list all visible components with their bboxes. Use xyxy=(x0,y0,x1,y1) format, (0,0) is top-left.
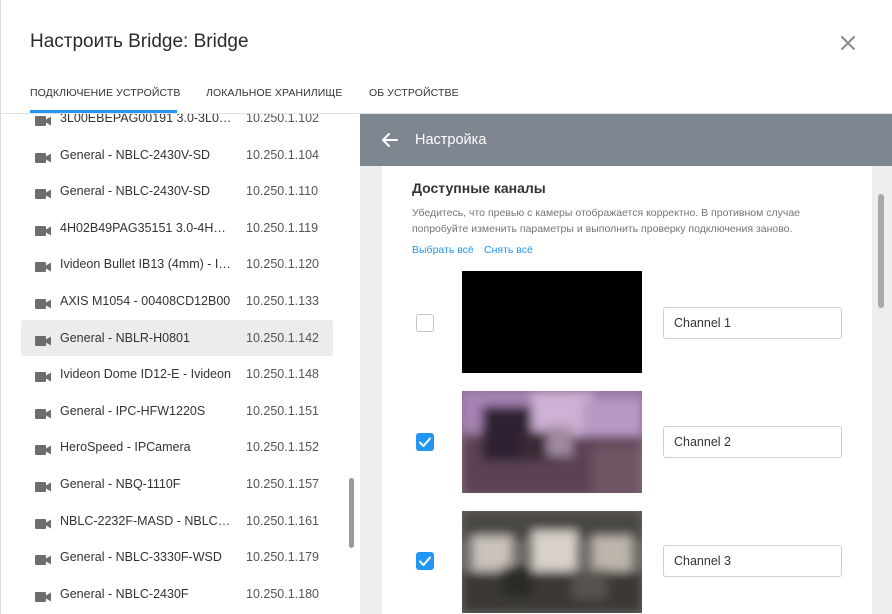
available-channels-title: Доступные каналы xyxy=(412,180,546,196)
panel-title: Настройка xyxy=(415,132,487,148)
camera-icon xyxy=(35,223,51,236)
device-list-item[interactable]: General - NBLC-2430V-SD 10.250.1.104 xyxy=(21,137,333,173)
device-ip: 10.250.1.102 xyxy=(246,114,319,125)
settings-panel: Настройка Доступные каналы Убедитесь, чт… xyxy=(360,114,892,614)
channel-2-name-input[interactable] xyxy=(663,426,842,458)
device-ip: 10.250.1.104 xyxy=(246,147,319,162)
device-name: General - NBLC-3330F-WSD xyxy=(60,550,222,565)
select-all-link[interactable]: Выбрать всё xyxy=(412,244,474,256)
channel-3-preview xyxy=(462,511,642,613)
device-name: General - NBLC-2430V-SD xyxy=(60,184,211,199)
device-ip: 10.250.1.151 xyxy=(246,403,319,418)
tab-local-storage[interactable]: ЛОКАЛЬНОЕ ХРАНИЛИЩЕ xyxy=(206,87,342,99)
device-list-item[interactable]: 4H02B49PAG35151 3.0-4H02B49PAG35151 10.25… xyxy=(21,210,333,246)
device-list-item[interactable]: AXIS M1054 - 00408CD12B00 10.250.1.133 xyxy=(21,283,333,319)
device-list-scroll-thumb[interactable] xyxy=(349,478,354,548)
device-name: AXIS M1054 - 00408CD12B00 xyxy=(60,294,231,308)
device-list[interactable]: 3L00EBEPAG00191 3.0-3L00EBEPAG00191 10.25… xyxy=(20,114,340,614)
channels-card: Доступные каналы Убедитесь, что превью с… xyxy=(382,166,872,614)
deselect-all-link[interactable]: Снять всё xyxy=(484,244,533,256)
device-ip: 10.250.1.161 xyxy=(246,513,319,528)
device-list-item[interactable]: General - NBQ-1110F 10.250.1.157 xyxy=(21,466,333,502)
arrow-left-icon xyxy=(382,133,398,147)
device-ip: 10.250.1.179 xyxy=(246,550,319,565)
device-list-item[interactable]: NBLC-2232F-MASD - NBLC-2232F-MASD 10.250.… xyxy=(21,503,333,539)
device-list-item[interactable]: Ivideon Dome ID12-E - Ivideon 10.250.1.14… xyxy=(21,356,333,392)
camera-icon xyxy=(35,333,51,346)
device-ip: 10.250.1.120 xyxy=(246,257,319,272)
device-ip: 10.250.1.110 xyxy=(246,184,319,199)
channel-1-checkbox[interactable] xyxy=(416,314,434,332)
tab-about-device[interactable]: ОБ УСТРОЙСТВЕ xyxy=(369,87,459,99)
device-name: General - NBLR-H0801 xyxy=(60,330,190,345)
device-ip: 10.250.1.142 xyxy=(246,330,319,345)
checkmark-icon xyxy=(419,556,431,566)
camera-icon xyxy=(35,479,51,492)
channel-2-checkbox[interactable] xyxy=(416,433,434,451)
camera-icon xyxy=(35,296,51,309)
back-button[interactable] xyxy=(380,130,400,150)
device-ip: 10.250.1.157 xyxy=(246,477,319,491)
device-name: 3L00EBEPAG00191 3.0-3L00EBEPAG00191 xyxy=(60,114,232,125)
device-list-item[interactable]: General - NBLR-H0801 10.250.1.142 xyxy=(21,319,333,356)
camera-icon xyxy=(35,589,51,602)
device-name: HeroSpeed - IPCamera xyxy=(60,440,191,455)
channel-2-preview xyxy=(462,391,642,493)
channel-3-checkbox[interactable] xyxy=(416,552,434,570)
device-list-item[interactable]: HeroSpeed - IPCamera 10.250.1.152 xyxy=(21,429,333,465)
camera-icon xyxy=(35,150,51,163)
channel-1-preview xyxy=(462,271,642,373)
camera-icon xyxy=(35,442,51,456)
device-list-item[interactable]: 3L00EBEPAG00191 3.0-3L00EBEPAG00191 10.25… xyxy=(21,114,333,136)
device-list-item[interactable]: General - NBLC-2430F 10.250.1.180 xyxy=(21,576,333,612)
camera-icon xyxy=(35,516,51,529)
panel-header: Настройка xyxy=(360,114,892,166)
camera-icon xyxy=(35,186,51,200)
device-name: Ivideon Bullet IB13 (4mm) - Ivideon xyxy=(60,257,232,272)
channels-description: Убедитесь, что превью с камеры отображае… xyxy=(412,207,800,235)
channel-row xyxy=(382,509,872,613)
channels-scroll-thumb[interactable] xyxy=(878,194,884,308)
channel-row xyxy=(382,390,872,494)
device-name: General - NBLC-2430V-SD xyxy=(60,147,211,162)
camera-icon xyxy=(35,369,51,383)
device-ip: 10.250.1.133 xyxy=(246,294,319,308)
device-list-item[interactable]: General - NBLC-2430V-SD 10.250.1.110 xyxy=(21,173,333,209)
camera-icon xyxy=(35,114,51,126)
channel-1-name-input[interactable] xyxy=(663,307,842,339)
channel-3-name-input[interactable] xyxy=(663,545,842,577)
camera-icon xyxy=(35,406,51,419)
camera-icon xyxy=(35,259,51,273)
device-list-item[interactable]: Ivideon Bullet IB13 (4mm) - Ivideon 10.25… xyxy=(21,246,333,282)
checkmark-icon xyxy=(419,437,431,447)
device-list-item[interactable]: General - IPC-HFW1220S 10.250.1.151 xyxy=(21,393,333,429)
device-ip: 10.250.1.148 xyxy=(246,367,319,382)
device-ip: 10.250.1.119 xyxy=(246,220,319,235)
device-name: General - IPC-HFW1220S xyxy=(60,403,206,418)
device-name: General - NBLC-2430F xyxy=(60,586,189,601)
device-name: Ivideon Dome ID12-E - Ivideon xyxy=(60,367,231,382)
camera-icon xyxy=(35,552,51,566)
device-name: General - NBQ-1110F xyxy=(60,477,181,491)
tab-device-connection[interactable]: ПОДКЛЮЧЕНИЕ УСТРОЙСТВ xyxy=(30,87,180,99)
device-name: 4H02B49PAG35151 3.0-4H02B49PAG35151 xyxy=(60,220,232,235)
device-ip: 10.250.1.152 xyxy=(246,440,319,455)
channel-row xyxy=(382,271,872,375)
tab-bar: ПОДКЛЮЧЕНИЕ УСТРОЙСТВ ЛОКАЛЬНОЕ ХРАНИЛИЩ… xyxy=(0,0,892,114)
device-ip: 10.250.1.180 xyxy=(246,586,319,601)
device-list-item[interactable]: General - NBLC-3330F-WSD 10.250.1.179 xyxy=(21,539,333,575)
device-name: NBLC-2232F-MASD - NBLC-2232F-MASD xyxy=(60,513,232,528)
